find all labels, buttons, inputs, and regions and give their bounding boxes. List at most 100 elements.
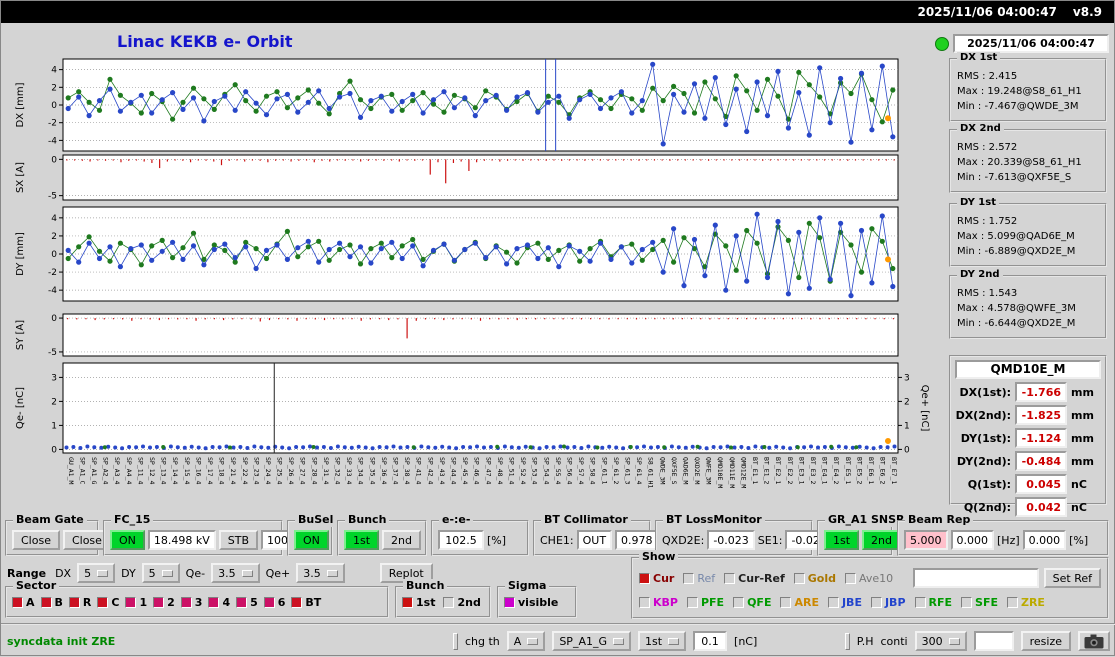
bunch-check-2nd-1[interactable]: 2nd [443,596,481,609]
group-title: BT Collimator [541,513,631,527]
timestamp-display: 2025/11/06 04:00:47 [953,34,1109,53]
stat-max: Max : 5.099@QAD6E_M [957,231,1075,242]
checkbox[interactable] [793,572,805,584]
show-check-ave10-4[interactable]: Ave10 [845,572,893,585]
range-qe-label-2: Qe- [185,566,206,580]
sector-check-6-9[interactable]: 6 [263,596,285,609]
separator-handle[interactable] [453,632,458,650]
checkbox[interactable] [686,597,698,608]
sector-check-bt-10[interactable]: BT [291,596,321,609]
svg-text:BT_E4_1: BT_E4_1 [821,457,829,484]
monitor-row-dx-2nd: DX(2nd): -1.825 mm [955,405,1101,425]
sector-check-b-1[interactable]: B [40,596,63,609]
checkbox[interactable] [1006,597,1018,608]
resize-button[interactable]: resize [1020,631,1071,651]
sector-check-4-7[interactable]: 4 [208,596,230,609]
svg-text:SP_53_4: SP_53_4 [531,457,539,484]
checkbox[interactable] [639,597,650,608]
bunch-1st-button[interactable]: 1st [344,530,380,550]
checkbox[interactable] [68,597,80,608]
threshold-display: 0.1 [693,631,728,651]
show-check-cur-0[interactable]: Cur [639,572,674,585]
show-check-qfe-2[interactable]: QFE [733,596,771,609]
show-check-jbp-5[interactable]: JBP [870,596,906,609]
ref-name-input[interactable] [912,568,1039,588]
checkbox-label: JBE [841,596,862,609]
busel-on-button[interactable]: ON [294,530,329,550]
show-check-rfe-6[interactable]: RFE [914,596,952,609]
separator-handle[interactable] [844,632,850,650]
svg-text:BT_E1_1: BT_E1_1 [751,457,759,484]
show-check-gold-3[interactable]: Gold [793,572,836,585]
checkbox[interactable] [208,597,220,608]
range-qe-combo-2[interactable]: 3.5 [211,563,260,583]
sector-check-c-3[interactable]: C [97,596,119,609]
sector-check-r-2[interactable]: R [68,596,91,609]
bunch-combo[interactable]: 1st [638,631,687,651]
snapshot-button[interactable] [1078,631,1110,651]
checkbox-label: 1 [139,596,148,609]
beam-rep-pct-unit: [%] [1069,533,1089,547]
range-dx-combo-0[interactable]: 5 [77,563,116,583]
checkbox[interactable] [236,597,248,608]
checkbox[interactable] [180,597,192,608]
checkbox[interactable] [683,572,695,584]
monitor-row-label: Q(1st): [967,477,1011,491]
sector-check-a-0[interactable]: A [12,596,35,609]
sector-combo[interactable]: A [506,631,546,651]
checkbox[interactable] [153,597,165,608]
svg-text:BT_E3_1: BT_E3_1 [797,457,805,484]
checkbox[interactable] [961,597,973,608]
show-check-zre-8[interactable]: ZRE [1006,596,1045,609]
checkbox[interactable] [40,597,52,608]
checkbox[interactable] [504,597,515,608]
show-check-kbp-0[interactable]: KBP [639,596,678,609]
bpm-combo[interactable]: SP_A1_G [552,631,631,651]
combo-value: 3.5 [218,566,236,580]
checkbox[interactable] [827,597,839,608]
checkbox[interactable] [402,597,413,608]
sector-check-2-5[interactable]: 2 [153,596,175,609]
set-ref-button[interactable]: Set Ref [1043,568,1101,588]
count-input[interactable] [973,631,1014,651]
svg-text:DX [mm]: DX [mm] [15,82,26,127]
rep-count-combo[interactable]: 300 [914,631,967,651]
sector-check-5-8[interactable]: 5 [236,596,258,609]
checkbox-label: 2nd [457,596,481,609]
show-check-jbe-4[interactable]: JBE [827,596,862,609]
svg-text:SP_27_4: SP_27_4 [299,457,307,484]
range-qe-combo-3[interactable]: 3.5 [296,563,345,583]
svg-text:SP_33_4: SP_33_4 [345,457,353,484]
sector-check-1-4[interactable]: 1 [125,596,147,609]
checkbox[interactable] [870,597,882,608]
beam-gate-close-button-1[interactable]: Close [12,530,60,550]
gr-snsr-2nd-button[interactable]: 2nd [862,530,901,550]
show-check-pfe-1[interactable]: PFE [686,596,724,609]
show-check-sfe-7[interactable]: SFE [961,596,998,609]
checkbox[interactable] [443,597,455,608]
range-dy-combo-1[interactable]: 5 [141,563,180,583]
stat-rms: RMS : 1.543 [957,288,1018,299]
checkbox[interactable] [780,597,792,608]
show-check-cur-ref-2[interactable]: Cur-Ref [724,572,785,585]
checkbox[interactable] [733,597,745,608]
checkbox[interactable] [724,572,736,584]
checkbox[interactable] [97,597,109,608]
svg-text:QMD11E_M: QMD11E_M [728,457,736,488]
gr-snsr-1st-button[interactable]: 1st [824,530,860,550]
fc15-on-button[interactable]: ON [110,530,145,550]
sigma-check-visible-0[interactable]: visible [504,596,558,609]
show-check-ref-1[interactable]: Ref [683,572,715,585]
checkbox[interactable] [639,572,650,584]
checkbox[interactable] [12,597,23,608]
checkbox[interactable] [914,597,926,608]
checkbox[interactable] [263,597,275,608]
bunch-check-1st-0[interactable]: 1st [402,596,435,609]
checkbox[interactable] [125,597,137,608]
show-check-are-3[interactable]: ARE [780,596,819,609]
b unch-2nd-button[interactable]: 2nd [382,530,421,550]
checkbox[interactable] [291,597,303,608]
sector-check-3-6[interactable]: 3 [180,596,202,609]
checkbox[interactable] [845,572,856,584]
fc15-stb-button[interactable]: STB [218,530,259,550]
